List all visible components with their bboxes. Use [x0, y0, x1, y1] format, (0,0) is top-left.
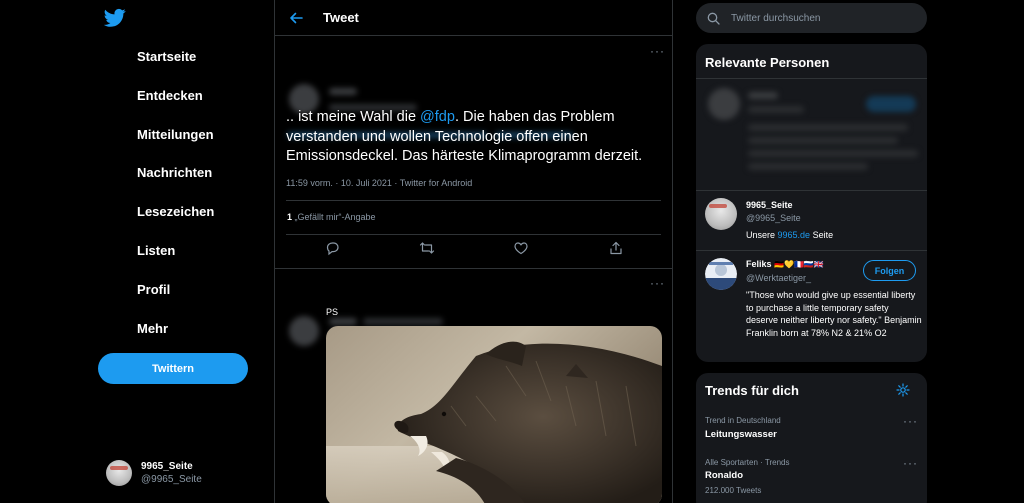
likes-number: 1 [287, 212, 293, 222]
left-navigation: Startseite Entdecken Mitteilungen Nachri… [0, 0, 274, 503]
trends-panel: Trends für dich Trend in Deutschland Lei… [696, 373, 927, 503]
reply-more-icon[interactable]: ··· [650, 276, 665, 290]
nav-item-mehr[interactable]: Mehr [137, 321, 168, 336]
person-avatar-feliks[interactable] [705, 258, 737, 290]
settings-gear-icon[interactable] [896, 383, 910, 397]
person-avatar-9965[interactable] [705, 198, 737, 230]
reply-text: PS [326, 307, 339, 317]
trends-title: Trends für dich [705, 383, 799, 398]
tweet-meta: 11:59 vorm. · 10. Juli 2021 · Twitter fo… [286, 178, 473, 188]
nav-item-startseite[interactable]: Startseite [137, 49, 196, 64]
person-handle: @Werktaetiger_ [746, 273, 811, 283]
bio-link[interactable]: 9965.de [778, 230, 811, 240]
nav-item-entdecken[interactable]: Entdecken [137, 88, 203, 103]
twitter-logo-icon[interactable] [104, 8, 126, 28]
person-bio: "Those who would give up essential liber… [746, 290, 922, 338]
trend-name: Ronaldo [705, 470, 743, 481]
trend-count: 212.000 Tweets [705, 486, 762, 495]
account-handle: @9965_Seite [141, 474, 202, 485]
person-handle: @9965_Seite [746, 213, 801, 223]
person-bio: Unsere 9965.de Seite [746, 229, 922, 242]
flag-emojis: 🇩🇪💛🇫🇷🇷🇺🇬🇧 [774, 260, 824, 269]
divider [696, 250, 927, 251]
tweet-text: .. ist meine Wahl die @fdp. Die haben da… [286, 108, 666, 167]
tweet-text-before: .. ist meine Wahl die [286, 109, 421, 125]
trend-context: Alle Sportarten · Trends [705, 458, 790, 467]
nav-item-lesezeichen[interactable]: Lesezeichen [137, 204, 214, 219]
right-sidebar: Relevante Personen 9965_Seite @9965_Seit… [696, 0, 928, 503]
back-arrow-icon[interactable] [289, 11, 303, 25]
person-name-text: Feliks [746, 259, 772, 269]
likes-count[interactable]: 1 „Gefällt mir“-Angabe [287, 212, 376, 222]
search-icon [707, 12, 720, 25]
trend-more-icon[interactable]: ··· [903, 456, 918, 470]
relevant-people-title: Relevante Personen [705, 55, 830, 70]
trend-more-icon[interactable]: ··· [903, 414, 918, 428]
likes-label: „Gefällt mir“-Angabe [294, 212, 376, 222]
share-icon[interactable] [608, 240, 624, 256]
account-switcher[interactable]: 9965_Seite @9965_Seite [106, 460, 202, 486]
tweet-column: Tweet ··· .. ist meine Wahl die @fdp. Di… [274, 0, 673, 503]
tweet-more-icon[interactable]: ··· [650, 44, 665, 58]
divider [286, 200, 661, 201]
account-name: 9965_Seite [141, 461, 193, 472]
trend-name: Leitungswasser [705, 429, 777, 440]
account-avatar [106, 460, 132, 486]
divider [696, 78, 927, 79]
bio-text: Unsere [746, 230, 778, 240]
page-title: Tweet [323, 10, 359, 25]
search-input[interactable] [731, 12, 911, 24]
person-name[interactable]: Feliks 🇩🇪💛🇫🇷🇷🇺🇬🇧 [746, 259, 824, 269]
search-box[interactable] [696, 3, 927, 33]
divider [286, 234, 661, 235]
mention-link[interactable]: @fdp [420, 109, 455, 125]
wild-boar-photo [326, 326, 662, 503]
like-heart-icon[interactable] [513, 240, 529, 256]
nav-item-mitteilungen[interactable]: Mitteilungen [137, 127, 214, 142]
trend-context: Trend in Deutschland [705, 416, 781, 425]
divider [696, 190, 927, 191]
retweet-icon[interactable] [419, 240, 435, 256]
tweet-button[interactable]: Twittern [98, 353, 248, 384]
nav-item-profil[interactable]: Profil [137, 282, 170, 297]
tweet-photo-wild-boar[interactable] [326, 326, 662, 503]
follow-button[interactable]: Folgen [863, 260, 916, 281]
divider [275, 268, 672, 269]
nav-item-nachrichten[interactable]: Nachrichten [137, 165, 212, 180]
person-name[interactable]: 9965_Seite [746, 200, 793, 210]
tweet-actions [275, 240, 674, 260]
tweet-header: Tweet [275, 0, 672, 36]
bio-text: Seite [810, 230, 834, 240]
reply-icon[interactable] [325, 240, 341, 256]
nav-item-listen[interactable]: Listen [137, 243, 175, 258]
